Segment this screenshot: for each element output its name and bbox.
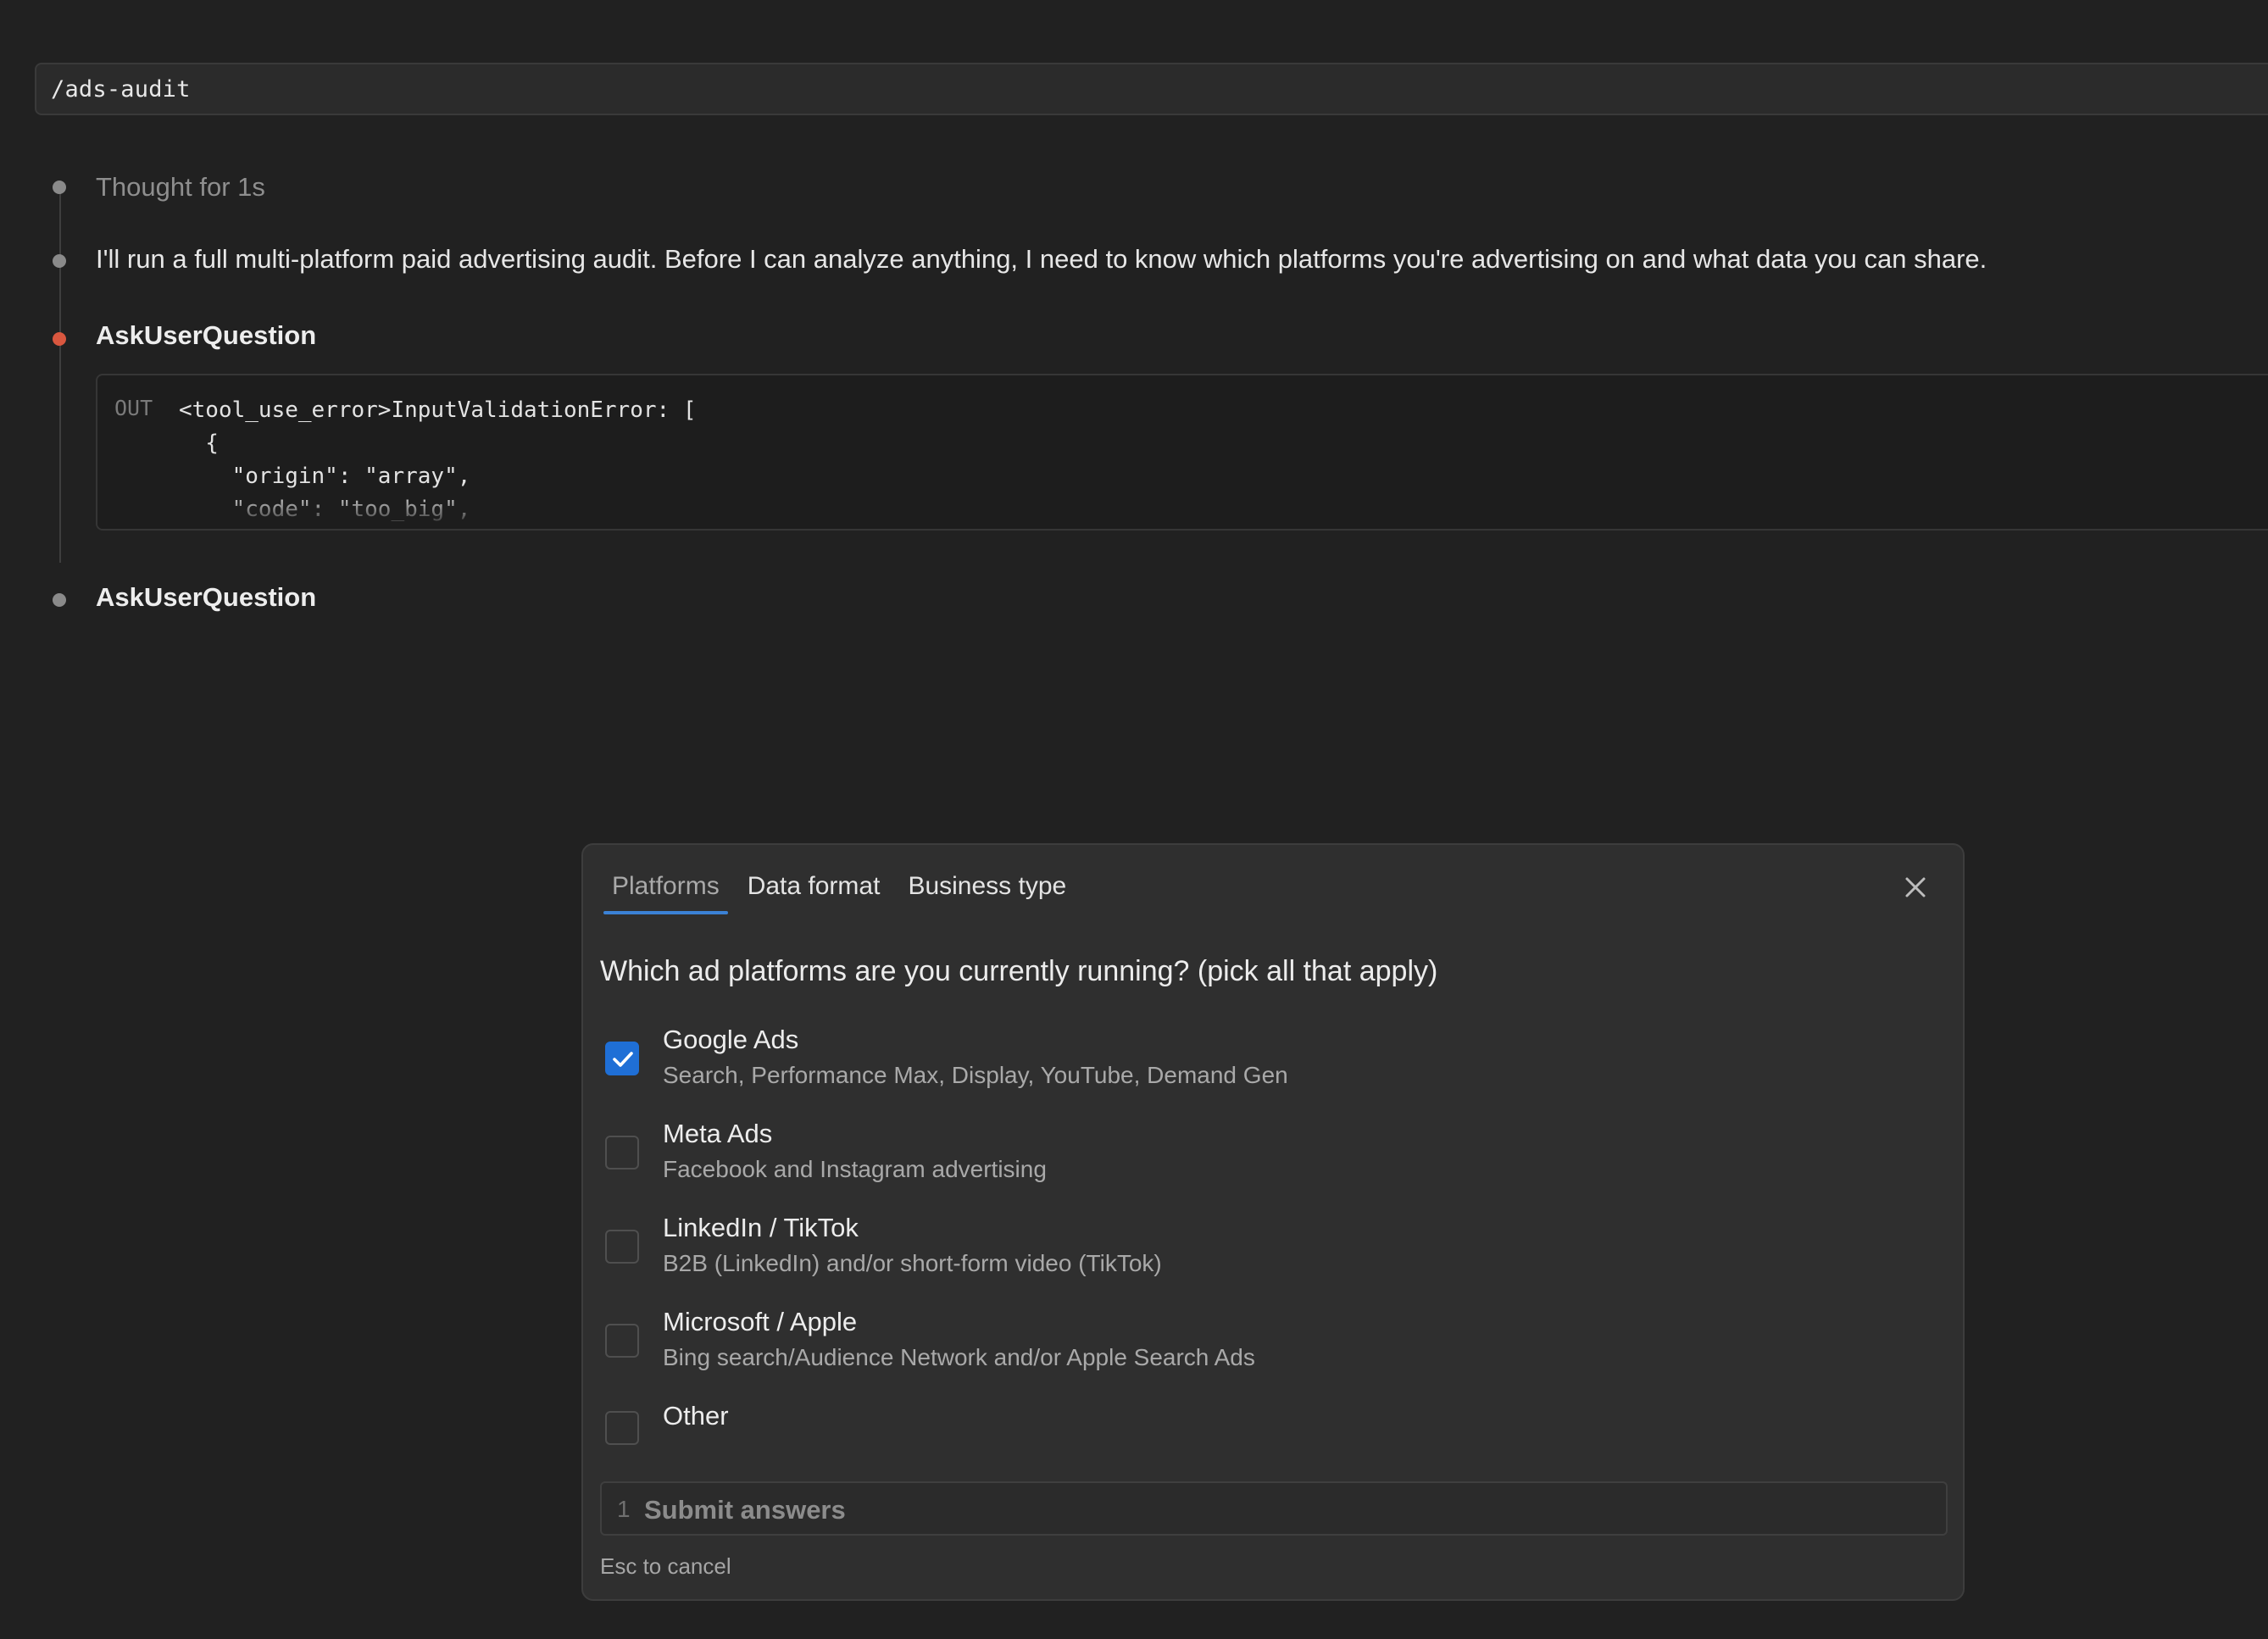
command-text: /ads-audit — [51, 76, 191, 103]
tab-business-type[interactable]: Business type — [899, 872, 1075, 911]
checkmark-icon — [613, 1052, 633, 1067]
submit-label: Submit answers — [644, 1495, 846, 1525]
output-fade — [97, 492, 2268, 529]
tool-call-title-2[interactable]: AskUserQuestion — [96, 582, 316, 613]
tab-platforms[interactable]: Platforms — [603, 872, 728, 914]
error-status-dot — [53, 332, 66, 346]
option-description: Facebook and Instagram advertising — [663, 1156, 1047, 1182]
option-google-ads[interactable]: Google Ads Search, Performance Max, Disp… — [605, 1025, 1927, 1103]
option-checkbox[interactable] — [605, 1230, 639, 1264]
tool-call-title[interactable]: AskUserQuestion — [96, 320, 316, 351]
timeline-dot — [53, 181, 66, 194]
timeline-dot — [53, 254, 66, 268]
out-label: OUT — [114, 396, 153, 420]
esc-cancel-hint: Esc to cancel — [600, 1553, 731, 1579]
option-meta-ads[interactable]: Meta Ads Facebook and Instagram advertis… — [605, 1119, 1927, 1197]
option-label: Meta Ads — [663, 1119, 773, 1148]
tab-data-format[interactable]: Data format — [739, 872, 889, 911]
option-label: Microsoft / Apple — [663, 1307, 858, 1336]
option-label: Google Ads — [663, 1025, 799, 1054]
option-linkedin-tiktok[interactable]: LinkedIn / TikTok B2B (LinkedIn) and/or … — [605, 1213, 1927, 1291]
option-other[interactable]: Other — [605, 1401, 1927, 1452]
close-button[interactable] — [1898, 870, 1932, 904]
command-bar[interactable]: /ads-audit — [35, 63, 2268, 115]
ask-user-question-dialog: Platforms Data format Business type Whic… — [581, 843, 1965, 1601]
question-tabs: Platforms Data format Business type — [603, 872, 1086, 914]
assistant-message: I'll run a full multi-platform paid adve… — [96, 244, 1987, 274]
option-microsoft-apple[interactable]: Microsoft / Apple Bing search/Audience N… — [605, 1307, 1927, 1385]
submit-answers-button[interactable]: 1 Submit answers — [600, 1481, 1948, 1536]
question-text: Which ad platforms are you currently run… — [600, 955, 1438, 987]
tool-output-box[interactable]: OUT <tool_use_error>InputValidationError… — [96, 374, 2268, 531]
option-checkbox[interactable] — [605, 1411, 639, 1445]
option-checkbox[interactable] — [605, 1042, 639, 1075]
timeline-dot — [53, 593, 66, 607]
option-label: LinkedIn / TikTok — [663, 1213, 859, 1242]
submit-shortcut-number: 1 — [617, 1496, 631, 1522]
timeline-line — [59, 188, 61, 563]
option-description: Bing search/Audience Network and/or Appl… — [663, 1344, 1255, 1370]
option-description: Search, Performance Max, Display, YouTub… — [663, 1062, 1288, 1088]
thought-status[interactable]: Thought for 1s — [96, 172, 265, 203]
option-description: B2B (LinkedIn) and/or short-form video (… — [663, 1250, 1162, 1276]
option-checkbox[interactable] — [605, 1136, 639, 1170]
close-icon — [1905, 877, 1926, 897]
option-label: Other — [663, 1401, 729, 1431]
option-checkbox[interactable] — [605, 1324, 639, 1358]
